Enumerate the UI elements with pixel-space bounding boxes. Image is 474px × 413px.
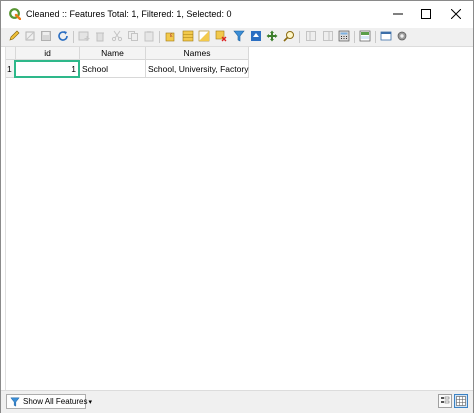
deselect-all-button[interactable] [214,29,228,43]
minimize-icon [393,9,403,21]
attribute-toolbar: ε [1,28,473,47]
toolbar-separator [159,31,160,43]
column-header-names[interactable]: Names [146,47,249,60]
field-calculator-icon [338,30,350,42]
save-icon [41,31,51,41]
delete-feature-button[interactable] [93,29,107,43]
select-by-expression-button[interactable]: ε [164,29,178,43]
pan-to-selection-icon [266,30,278,42]
delete-icon [96,32,104,42]
new-field-icon [306,31,316,41]
select-all-button[interactable] [181,29,195,43]
select-by-expression-icon: ε [165,32,175,42]
move-selection-to-top-icon [251,31,261,41]
delete-field-icon [323,31,333,41]
qgis-logo-icon [9,8,22,21]
form-view-icon [441,396,450,404]
title-bar: Cleaned :: Features Total: 1, Filtered: … [1,1,473,29]
column-header-name[interactable]: Name [80,47,146,60]
filter-button[interactable] [232,29,246,43]
reload-button[interactable] [56,29,70,43]
dock-button[interactable] [379,29,393,43]
show-features-filter-button[interactable]: Show All Features ▾ [6,394,92,409]
multi-edit-icon [25,31,35,41]
invert-selection-button[interactable] [197,29,211,43]
toolbar-separator [354,31,355,43]
toolbar-separator [299,31,300,43]
pan-to-selection-button[interactable] [265,29,279,43]
add-feature-icon [78,31,90,41]
conditional-formatting-button[interactable] [358,29,372,43]
table-cell-id[interactable]: 1 [14,60,80,78]
table-cell-name[interactable]: School [80,60,146,78]
toolbar-separator [375,31,376,43]
delete-field-button[interactable] [321,29,335,43]
invert-selection-icon [198,30,210,42]
pencil-edit-icon [9,30,20,41]
move-selection-to-top-button[interactable] [249,29,263,43]
field-calculator-button[interactable] [337,29,351,43]
attribute-table: id Name Names 1 1 School School, Univers… [5,47,470,390]
column-header-id[interactable]: id [16,47,80,60]
paste-button[interactable] [142,29,156,43]
actions-icon [397,31,407,41]
table-corner[interactable] [6,47,16,60]
toolbar-separator [73,31,74,43]
multi-edit-button[interactable] [23,29,37,43]
new-field-button[interactable] [304,29,318,43]
table-view-icon [456,396,466,406]
save-edits-button[interactable] [39,29,53,43]
actions-button[interactable] [395,29,409,43]
svg-text:ε: ε [170,33,173,39]
cut-button[interactable] [110,29,124,43]
conditional-formatting-icon [359,30,371,42]
close-button[interactable] [441,1,471,29]
toggle-editing-button[interactable] [7,29,21,43]
zoom-to-selection-icon [283,31,294,42]
select-all-icon [182,30,194,42]
table-view-button[interactable] [454,394,468,408]
reload-icon [58,31,68,41]
chevron-down-icon: ▾ [88,398,92,406]
cut-icon [111,30,123,42]
filter-label: Show All Features [23,397,88,406]
minimize-button[interactable] [383,1,413,29]
filter-icon [10,397,20,407]
paste-icon [144,31,154,42]
maximize-button[interactable] [411,1,441,29]
copy-button[interactable] [126,29,140,43]
close-icon [450,8,462,21]
form-view-button[interactable] [438,394,452,408]
maximize-icon [421,9,431,21]
attribute-table-window: Cleaned :: Features Total: 1, Filtered: … [0,0,474,413]
copy-icon [128,31,138,41]
add-feature-button[interactable] [77,29,91,43]
window-title: Cleaned :: Features Total: 1, Filtered: … [26,9,232,19]
dock-icon [380,31,392,41]
status-bar: Show All Features ▾ [1,390,473,413]
zoom-to-selection-button[interactable] [282,29,296,43]
filter-icon [233,30,245,42]
table-cell-names[interactable]: School, University, Factory [146,60,249,78]
deselect-all-icon [215,30,227,42]
